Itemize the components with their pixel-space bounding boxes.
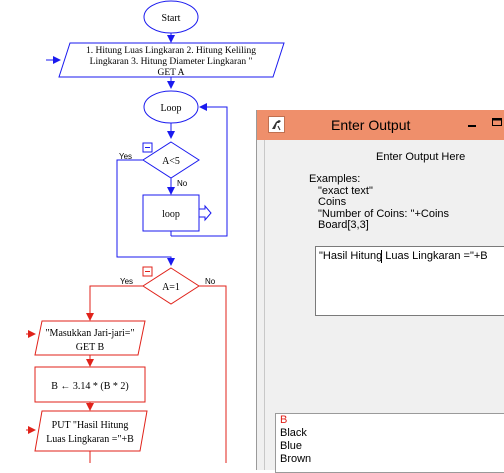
start-terminal[interactable]: Start: [143, 0, 199, 34]
assign-label: B ← 3.14 * (B * 2): [51, 381, 129, 392]
example-item: Coins: [318, 196, 347, 208]
dialog-titlebar[interactable]: Enter Output: [257, 110, 504, 140]
menu-input-symbol[interactable]: 1. Hitung Luas Lingkaran 2. Hitung Kelil…: [58, 42, 285, 78]
output-symbol[interactable]: PUT "Hasil Hitung Luas Lingkaran ="+B: [34, 410, 148, 452]
cond2-label: A=1: [162, 282, 180, 293]
list-item[interactable]: Blue: [276, 440, 504, 453]
collapse-toggle-2[interactable]: [142, 266, 153, 277]
examples-block: Examples: "exact text" Coins "Number of …: [309, 173, 449, 232]
dialog-client-area: Enter Output Here Examples: "exact text"…: [264, 140, 504, 473]
output-expression-value: "Hasil Hitung Luas Lingkaran ="+B: [319, 250, 488, 262]
menu-line-3: GET A: [157, 68, 184, 78]
inner-loop-call[interactable]: loop: [142, 194, 212, 232]
list-item[interactable]: B: [276, 414, 504, 427]
list-item[interactable]: Brown: [276, 453, 504, 466]
output-line-2: Luas Lingkaran ="+B: [46, 434, 134, 445]
output-line-1: PUT "Hasil Hitung: [52, 420, 129, 431]
cond1-label: A<5: [162, 156, 180, 167]
input-radius-symbol[interactable]: "Masukkan Jari-jari=" GET B: [34, 320, 146, 356]
example-item: Board[3,3]: [318, 219, 369, 231]
inner-loop-label: loop: [162, 209, 180, 220]
menu-line-2: Lingkaran 3. Hitung Diameter Lingkaran ": [90, 57, 253, 67]
input-line-2: GET B: [76, 342, 105, 353]
cond2-yes: Yes: [120, 277, 133, 286]
list-item[interactable]: Black: [276, 427, 504, 440]
start-label: Start: [162, 13, 181, 24]
text-caret: [381, 250, 382, 263]
minimize-icon[interactable]: [465, 114, 479, 130]
menu-line-1: 1. Hitung Luas Lingkaran 2. Hitung Kelil…: [86, 46, 256, 56]
collapse-toggle-1[interactable]: [142, 142, 153, 153]
examples-header: Examples:: [309, 173, 361, 185]
output-expression-input[interactable]: "Hasil Hitung Luas Lingkaran ="+B: [315, 246, 504, 316]
assignment-box[interactable]: B ← 3.14 * (B * 2): [34, 366, 146, 403]
loop-label: Loop: [160, 103, 181, 114]
cond2-no: No: [205, 277, 216, 286]
raptor-icon: [268, 116, 285, 133]
loop-start[interactable]: Loop: [143, 90, 199, 124]
prompt-label: Enter Output Here: [376, 151, 466, 163]
maximize-icon[interactable]: [489, 114, 504, 130]
enter-output-dialog: Enter Output Enter Output Here Examples:…: [256, 110, 504, 473]
input-line-1: "Masukkan Jari-jari=": [45, 328, 134, 339]
cond1-no: No: [177, 179, 188, 188]
variable-suggestion-list[interactable]: B Black Blue Brown: [275, 413, 504, 473]
dialog-title: Enter Output: [331, 117, 411, 133]
